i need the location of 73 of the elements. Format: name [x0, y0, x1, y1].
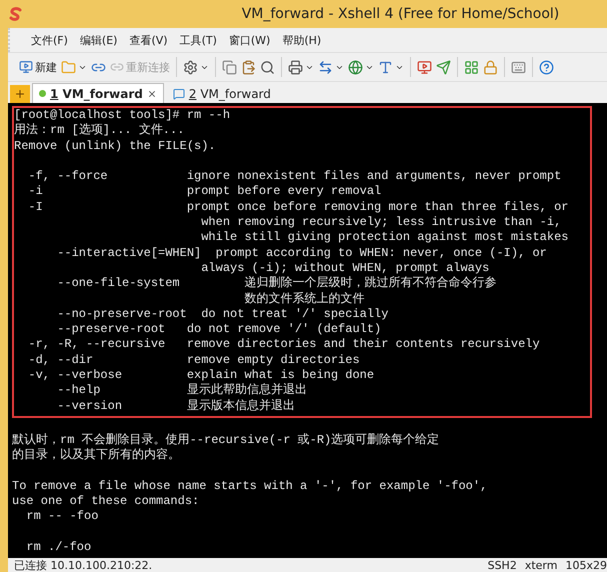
arrows-icon — [318, 60, 333, 74]
terminal-line: [root@localhost tools]# rm --h — [14, 108, 232, 123]
window-title: VM_forward - Xshell 4 (Free for Home/School) — [240, 6, 560, 22]
terminal-line: --version 显示版本信息并退出 — [56, 398, 296, 414]
shell-logo-icon — [8, 6, 24, 22]
globe-icon — [348, 60, 363, 74]
terminal-line: use one of these commands: — [12, 494, 200, 510]
menu-item[interactable]: 帮助(H) — [279, 30, 324, 50]
terminal-line: 默认时，rm 不会删除目录。使用--recursive(-r 或-R)选项可删除每个给定 — [12, 432, 440, 448]
toolbar-button[interactable]: 新建 — [18, 58, 58, 76]
font-icon — [378, 60, 393, 74]
paper-plane-icon — [436, 60, 451, 74]
menu-item[interactable]: 工具(T) — [176, 30, 220, 50]
add-tab-button[interactable] — [10, 85, 30, 103]
close-icon[interactable] — [146, 88, 157, 98]
terminal-line: -i prompt before every removal — [27, 184, 382, 200]
terminal-line: rm -- -foo — [25, 509, 100, 525]
terminal-line: -I prompt once before removing more than three files, or — [27, 200, 570, 216]
search-button[interactable] — [259, 58, 276, 76]
printer-button[interactable] — [287, 58, 315, 76]
terminal-line: Remove (unlink) the FILE(s). — [14, 138, 217, 154]
status-dot-icon — [39, 90, 46, 97]
terminal-line: when removing recursively; less intrusive than -i, — [200, 215, 562, 230]
terminal-line: -r, -R, --recursive remove directories and their contents recursively — [27, 337, 541, 353]
terminal-line: always (-i); without WHEN, prompt always — [200, 260, 490, 276]
gear-icon — [183, 60, 198, 74]
terminal-line: -v, --verbose explain what is being done — [27, 368, 376, 383]
terminal-line: rm ./-foo — [25, 540, 92, 556]
copy-icon — [222, 60, 237, 74]
session-tab[interactable]: 1 VM_forward — [32, 83, 164, 103]
terminal-line: --no-preserve-root do not treat '/' specially — [56, 306, 390, 322]
monitor-button[interactable] — [416, 58, 433, 76]
folder-icon — [61, 60, 76, 74]
gear-button[interactable] — [182, 58, 210, 76]
terminal-line: --interactive[=WHEN] prompt according to WHEN: never, once (-I), or — [56, 246, 548, 261]
printer-icon — [288, 60, 303, 74]
help-button[interactable] — [538, 58, 555, 76]
menu-item[interactable]: 文件(F) — [28, 30, 71, 50]
help-icon — [539, 60, 554, 74]
paper-plane-button[interactable] — [435, 58, 452, 76]
copy-button[interactable] — [221, 58, 238, 76]
terminal-line: -d, --dir remove empty directories — [27, 352, 361, 368]
connection-status: 已连接 10.10.100.210:22. — [14, 558, 152, 572]
status-field: SSH2 — [488, 558, 517, 572]
plus-icon — [14, 88, 26, 100]
terminal-line: 的目录，以及其下所有的内容。 — [12, 448, 181, 464]
menu-item[interactable]: 窗口(W) — [226, 30, 274, 50]
paste-icon — [241, 60, 256, 74]
new-session-icon — [19, 60, 33, 74]
keyboard-icon — [511, 60, 526, 74]
grid-button[interactable] — [463, 58, 480, 76]
lock-icon — [483, 60, 498, 74]
terminal-line: while still giving protection against most mistakes — [200, 230, 570, 246]
terminal-line: --help 显示此帮助信息并退出 — [56, 383, 308, 399]
terminal-line: To remove a file whose name starts with a '-', for example '-foo', — [12, 478, 488, 494]
terminal-line: --preserve-root do not remove '/' (default) — [56, 322, 382, 338]
status-field: 105x29 — [565, 558, 607, 572]
grid-icon — [464, 60, 479, 74]
terminal-line: 用法：rm [选项]... 文件... — [14, 123, 186, 139]
monitor-icon — [417, 60, 432, 74]
chat-bubble-icon — [172, 88, 185, 100]
lock-button[interactable] — [482, 58, 499, 76]
menu-item[interactable]: 编辑(E) — [76, 30, 120, 50]
globe-button[interactable] — [347, 58, 375, 76]
session-tab[interactable]: 2 VM_forward — [166, 83, 278, 103]
status-field: xterm — [524, 558, 558, 572]
search-icon — [260, 60, 275, 74]
arrows-button[interactable] — [317, 58, 345, 76]
terminal-line: 数的文件系统上的文件 — [243, 292, 366, 307]
terminal-line: --one-file-system 递归删除一个层级时，跳过所有不符合命令行参 — [56, 276, 498, 292]
menu-item[interactable]: 查看(V) — [126, 30, 171, 50]
terminal-line: -f, --force ignore nonexistent files and arguments, never prompt — [27, 169, 562, 184]
paste-button[interactable] — [240, 58, 257, 76]
